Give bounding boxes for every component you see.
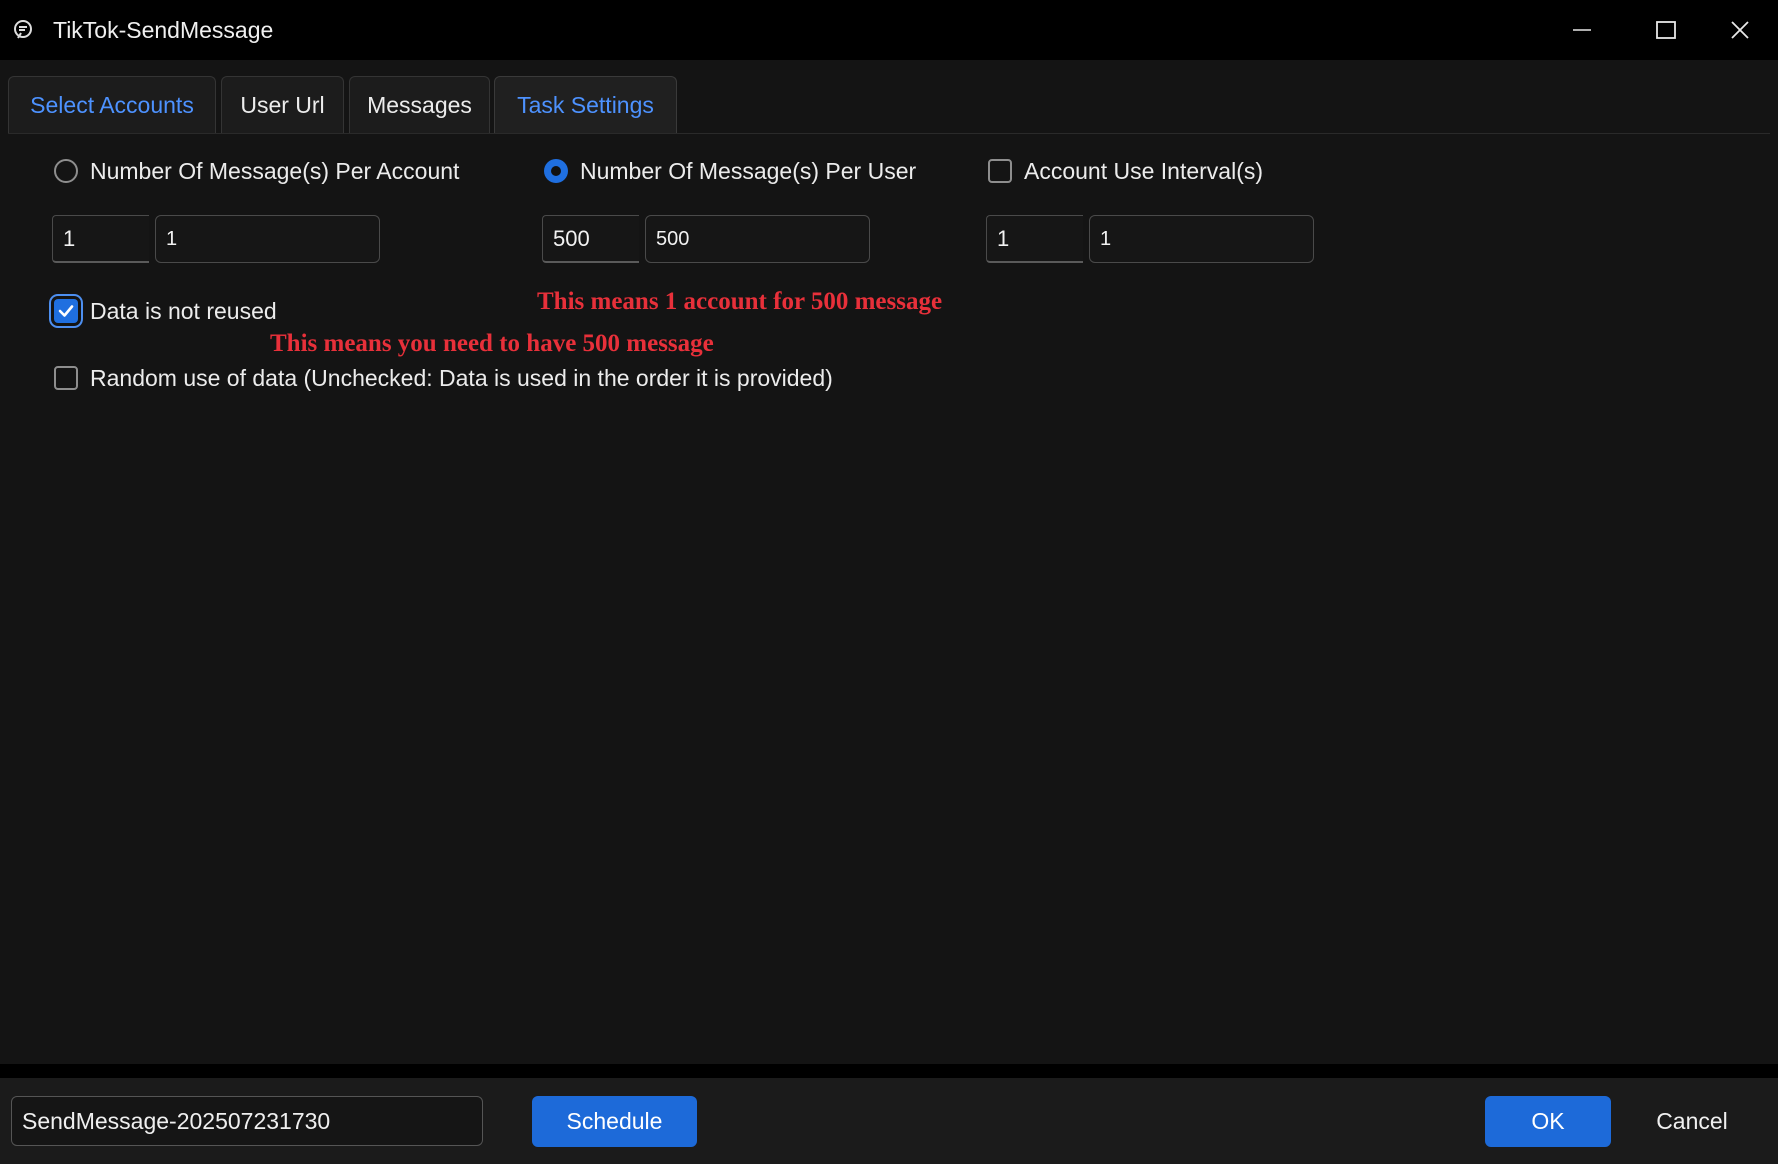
schedule-button[interactable]: Schedule (532, 1096, 697, 1147)
interval-min-field[interactable]: 1 (986, 215, 1083, 263)
per-account-min-field[interactable]: 1 (52, 215, 149, 263)
minimize-button[interactable] (1556, 10, 1608, 50)
per-user-label: Number Of Message(s) Per User (580, 158, 917, 184)
cancel-button[interactable]: Cancel (1630, 1096, 1754, 1147)
tab-user-url[interactable]: User Url (221, 76, 344, 133)
tab-select-accounts[interactable]: Select Accounts (8, 76, 216, 133)
random-use-label: Random use of data (Unchecked: Data is u… (90, 365, 833, 391)
data-not-reused-checkbox[interactable] (54, 299, 78, 323)
window-title: TikTok-SendMessage (53, 17, 274, 43)
random-use-checkbox[interactable] (54, 366, 78, 390)
annotation-need-messages: This means you need to have 500 message (270, 330, 714, 357)
close-button[interactable] (1714, 10, 1766, 50)
interval-label: Account Use Interval(s) (1024, 158, 1264, 184)
per-account-radio[interactable] (54, 159, 78, 183)
maximize-icon (1656, 21, 1676, 39)
checkmark-icon (58, 305, 74, 317)
minimize-icon (1573, 29, 1591, 31)
ok-button[interactable]: OK (1485, 1096, 1611, 1147)
maximize-button[interactable] (1640, 10, 1692, 50)
app-icon (12, 18, 36, 42)
footer-divider (0, 1064, 1778, 1078)
close-icon (1731, 21, 1749, 39)
tab-strip-divider (8, 133, 1770, 134)
per-user-max-field[interactable]: 500 (645, 215, 870, 263)
interval-max-field[interactable]: 1 (1089, 215, 1314, 263)
annotation-one-account: This means 1 account for 500 message (537, 288, 943, 315)
tab-messages[interactable]: Messages (349, 76, 490, 133)
interval-checkbox[interactable] (988, 159, 1012, 183)
per-user-radio[interactable] (544, 159, 568, 183)
per-account-label: Number Of Message(s) Per Account (90, 158, 460, 184)
data-not-reused-label: Data is not reused (90, 298, 277, 324)
per-account-max-field[interactable]: 1 (155, 215, 380, 263)
dialog-body (0, 60, 1778, 1064)
task-name-input[interactable]: SendMessage-202507231730 (11, 1096, 483, 1146)
per-user-min-field[interactable]: 500 (542, 215, 639, 263)
tab-task-settings[interactable]: Task Settings (494, 76, 677, 133)
